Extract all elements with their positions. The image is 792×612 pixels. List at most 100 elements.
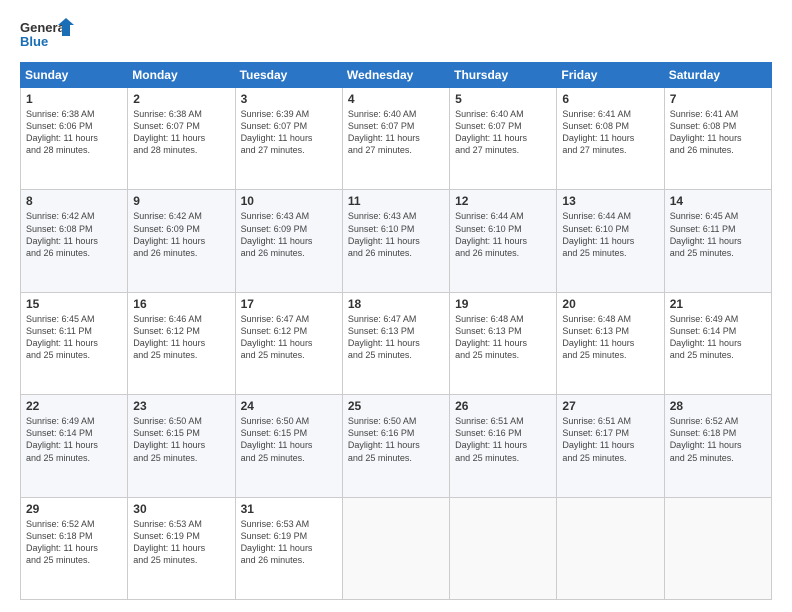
header: General Blue [20, 16, 772, 52]
day-number: 18 [348, 297, 444, 311]
day-number: 22 [26, 399, 122, 413]
day-info: Sunrise: 6:45 AMSunset: 6:11 PMDaylight:… [670, 210, 766, 259]
day-info: Sunrise: 6:49 AMSunset: 6:14 PMDaylight:… [26, 415, 122, 464]
day-info: Sunrise: 6:38 AMSunset: 6:07 PMDaylight:… [133, 108, 229, 157]
calendar-cell: 10 Sunrise: 6:43 AMSunset: 6:09 PMDayligh… [235, 190, 342, 292]
calendar-cell: 26 Sunrise: 6:51 AMSunset: 6:16 PMDayligh… [450, 395, 557, 497]
calendar-cell [342, 497, 449, 599]
day-info: Sunrise: 6:40 AMSunset: 6:07 PMDaylight:… [455, 108, 551, 157]
day-info: Sunrise: 6:39 AMSunset: 6:07 PMDaylight:… [241, 108, 337, 157]
day-number: 9 [133, 194, 229, 208]
week-row-1: 1Sunrise: 6:38 AMSunset: 6:06 PMDaylight… [21, 88, 772, 190]
day-info: Sunrise: 6:50 AMSunset: 6:15 PMDaylight:… [133, 415, 229, 464]
day-info: Sunrise: 6:46 AMSunset: 6:12 PMDaylight:… [133, 313, 229, 362]
week-row-3: 15 Sunrise: 6:45 AMSunset: 6:11 PMDayligh… [21, 292, 772, 394]
day-number: 10 [241, 194, 337, 208]
week-row-2: 8 Sunrise: 6:42 AMSunset: 6:08 PMDaylight… [21, 190, 772, 292]
calendar-cell: 3 Sunrise: 6:39 AMSunset: 6:07 PMDaylight… [235, 88, 342, 190]
day-number: 14 [670, 194, 766, 208]
calendar-table: SundayMondayTuesdayWednesdayThursdayFrid… [20, 62, 772, 600]
day-info: Sunrise: 6:45 AMSunset: 6:11 PMDaylight:… [26, 313, 122, 362]
day-info: Sunrise: 6:44 AMSunset: 6:10 PMDaylight:… [562, 210, 658, 259]
calendar-cell: 23Sunrise: 6:50 AMSunset: 6:15 PMDayligh… [128, 395, 235, 497]
day-info: Sunrise: 6:43 AMSunset: 6:10 PMDaylight:… [348, 210, 444, 259]
day-info: Sunrise: 6:52 AMSunset: 6:18 PMDaylight:… [670, 415, 766, 464]
calendar-cell: 13 Sunrise: 6:44 AMSunset: 6:10 PMDayligh… [557, 190, 664, 292]
calendar-cell: 12Sunrise: 6:44 AMSunset: 6:10 PMDayligh… [450, 190, 557, 292]
day-info: Sunrise: 6:40 AMSunset: 6:07 PMDaylight:… [348, 108, 444, 157]
calendar-cell: 24 Sunrise: 6:50 AMSunset: 6:15 PMDayligh… [235, 395, 342, 497]
day-number: 17 [241, 297, 337, 311]
day-number: 31 [241, 502, 337, 516]
day-number: 11 [348, 194, 444, 208]
calendar-cell: 31Sunrise: 6:53 AMSunset: 6:19 PMDayligh… [235, 497, 342, 599]
header-friday: Friday [557, 63, 664, 88]
day-info: Sunrise: 6:51 AMSunset: 6:17 PMDaylight:… [562, 415, 658, 464]
page: General Blue SundayMondayTuesdayWednesda… [0, 0, 792, 612]
calendar-cell: 14 Sunrise: 6:45 AMSunset: 6:11 PMDayligh… [664, 190, 771, 292]
calendar-cell: 29Sunrise: 6:52 AMSunset: 6:18 PMDayligh… [21, 497, 128, 599]
header-saturday: Saturday [664, 63, 771, 88]
day-number: 27 [562, 399, 658, 413]
day-number: 13 [562, 194, 658, 208]
calendar-cell: 19 Sunrise: 6:48 AMSunset: 6:13 PMDayligh… [450, 292, 557, 394]
week-row-4: 22 Sunrise: 6:49 AMSunset: 6:14 PMDayligh… [21, 395, 772, 497]
day-info: Sunrise: 6:42 AMSunset: 6:09 PMDaylight:… [133, 210, 229, 259]
day-info: Sunrise: 6:41 AMSunset: 6:08 PMDaylight:… [670, 108, 766, 157]
day-info: Sunrise: 6:50 AMSunset: 6:15 PMDaylight:… [241, 415, 337, 464]
day-info: Sunrise: 6:41 AMSunset: 6:08 PMDaylight:… [562, 108, 658, 157]
day-number: 24 [241, 399, 337, 413]
calendar-cell: 2 Sunrise: 6:38 AMSunset: 6:07 PMDaylight… [128, 88, 235, 190]
day-info: Sunrise: 6:44 AMSunset: 6:10 PMDaylight:… [455, 210, 551, 259]
calendar-cell: 8 Sunrise: 6:42 AMSunset: 6:08 PMDaylight… [21, 190, 128, 292]
day-info: Sunrise: 6:49 AMSunset: 6:14 PMDaylight:… [670, 313, 766, 362]
calendar-cell: 4 Sunrise: 6:40 AMSunset: 6:07 PMDaylight… [342, 88, 449, 190]
calendar-cell: 21Sunrise: 6:49 AMSunset: 6:14 PMDayligh… [664, 292, 771, 394]
day-info: Sunrise: 6:38 AMSunset: 6:06 PMDaylight:… [26, 108, 122, 157]
calendar-cell: 15 Sunrise: 6:45 AMSunset: 6:11 PMDayligh… [21, 292, 128, 394]
logo: General Blue [20, 16, 80, 52]
day-info: Sunrise: 6:42 AMSunset: 6:08 PMDaylight:… [26, 210, 122, 259]
day-info: Sunrise: 6:50 AMSunset: 6:16 PMDaylight:… [348, 415, 444, 464]
day-info: Sunrise: 6:47 AMSunset: 6:13 PMDaylight:… [348, 313, 444, 362]
header-monday: Monday [128, 63, 235, 88]
calendar-cell: 18 Sunrise: 6:47 AMSunset: 6:13 PMDayligh… [342, 292, 449, 394]
header-tuesday: Tuesday [235, 63, 342, 88]
day-info: Sunrise: 6:43 AMSunset: 6:09 PMDaylight:… [241, 210, 337, 259]
day-info: Sunrise: 6:51 AMSunset: 6:16 PMDaylight:… [455, 415, 551, 464]
calendar-cell: 6 Sunrise: 6:41 AMSunset: 6:08 PMDaylight… [557, 88, 664, 190]
day-number: 3 [241, 92, 337, 106]
day-number: 15 [26, 297, 122, 311]
calendar-cell: 17Sunrise: 6:47 AMSunset: 6:12 PMDayligh… [235, 292, 342, 394]
day-info: Sunrise: 6:48 AMSunset: 6:13 PMDaylight:… [455, 313, 551, 362]
day-number: 4 [348, 92, 444, 106]
day-number: 20 [562, 297, 658, 311]
day-number: 29 [26, 502, 122, 516]
calendar-cell: 20 Sunrise: 6:48 AMSunset: 6:13 PMDayligh… [557, 292, 664, 394]
calendar-cell: 9 Sunrise: 6:42 AMSunset: 6:09 PMDaylight… [128, 190, 235, 292]
day-number: 16 [133, 297, 229, 311]
day-number: 8 [26, 194, 122, 208]
calendar-cell: 5 Sunrise: 6:40 AMSunset: 6:07 PMDaylight… [450, 88, 557, 190]
calendar-cell: 28 Sunrise: 6:52 AMSunset: 6:18 PMDayligh… [664, 395, 771, 497]
day-number: 2 [133, 92, 229, 106]
calendar-cell [664, 497, 771, 599]
week-row-5: 29Sunrise: 6:52 AMSunset: 6:18 PMDayligh… [21, 497, 772, 599]
calendar-cell: 22 Sunrise: 6:49 AMSunset: 6:14 PMDayligh… [21, 395, 128, 497]
calendar-cell: 27 Sunrise: 6:51 AMSunset: 6:17 PMDayligh… [557, 395, 664, 497]
day-number: 5 [455, 92, 551, 106]
logo-svg: General Blue [20, 16, 80, 52]
day-number: 28 [670, 399, 766, 413]
day-info: Sunrise: 6:48 AMSunset: 6:13 PMDaylight:… [562, 313, 658, 362]
day-number: 26 [455, 399, 551, 413]
calendar-cell: 16 Sunrise: 6:46 AMSunset: 6:12 PMDayligh… [128, 292, 235, 394]
svg-text:Blue: Blue [20, 34, 48, 49]
calendar-cell [450, 497, 557, 599]
day-number: 25 [348, 399, 444, 413]
day-number: 19 [455, 297, 551, 311]
calendar-cell: 11 Sunrise: 6:43 AMSunset: 6:10 PMDayligh… [342, 190, 449, 292]
calendar-cell: 7Sunrise: 6:41 AMSunset: 6:08 PMDaylight… [664, 88, 771, 190]
day-number: 6 [562, 92, 658, 106]
header-row: SundayMondayTuesdayWednesdayThursdayFrid… [21, 63, 772, 88]
header-wednesday: Wednesday [342, 63, 449, 88]
